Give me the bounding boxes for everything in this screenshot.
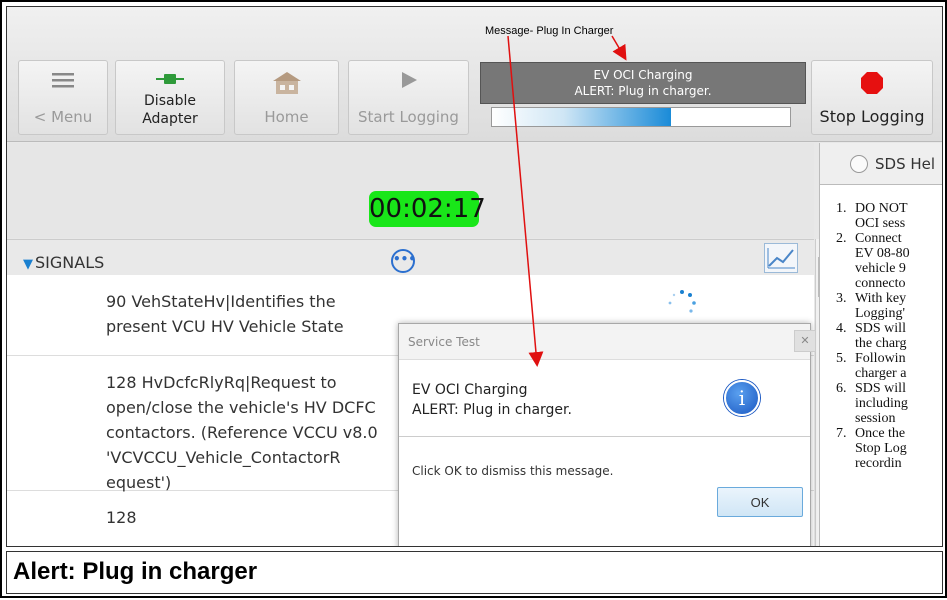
status-message-box: EV OCI Charging ALERT: Plug in charger. <box>480 62 806 104</box>
progress-bar <box>491 107 791 127</box>
help-step: 1. DO NOT OCI sess <box>836 201 908 231</box>
status-line1: EV OCI Charging <box>593 68 693 82</box>
close-icon[interactable]: ✕ <box>794 330 816 352</box>
home-icon <box>235 71 338 99</box>
start-logging-button[interactable]: Start Logging <box>348 60 469 135</box>
dialog-message-line1: EV OCI Charging <box>412 382 528 398</box>
signal-row-text: 90 VehStateHv|Identifies the present VCU… <box>106 292 344 336</box>
stop-logging-button[interactable]: Stop Logging <box>811 60 933 135</box>
graph-icon[interactable] <box>764 243 798 273</box>
progress-fill <box>492 108 671 126</box>
dialog-divider <box>399 436 810 437</box>
ok-button[interactable]: OK <box>717 487 803 517</box>
more-options-icon[interactable]: ••• <box>391 249 416 273</box>
sds-help-tab-label: SDS Hel <box>875 155 936 173</box>
disable-adapter-button[interactable]: Disable Adapter <box>115 60 225 135</box>
status-line2: ALERT: Plug in charger. <box>574 84 712 98</box>
help-step: 4. SDS will the charg <box>836 321 907 351</box>
stop-icon <box>812 71 932 99</box>
help-step: 2. Connect EV 08-80 vehicle 9 connecto <box>836 231 910 291</box>
loading-spinner-icon <box>668 290 696 313</box>
menu-label: < Menu <box>33 108 93 126</box>
hamburger-icon <box>19 71 107 93</box>
home-button[interactable]: Home <box>234 60 339 135</box>
signal-row-text: 128 HvDcfcRlyRq|Request to open/close th… <box>106 373 378 492</box>
screenshot-area: Message- Plug In Charger < Menu Disable … <box>6 6 943 547</box>
help-steps-list: 1. DO NOT OCI sess 2. Connect EV 08-80 vehicl… <box>836 201 942 471</box>
dialog-dismiss-text: Click OK to dismiss this message. <box>412 464 614 478</box>
session-timer: 00:02:17 <box>369 191 486 227</box>
figure-caption: Alert: Plug in charger <box>6 551 943 594</box>
collapse-triangle-icon: ▼ <box>23 257 33 272</box>
adapter-plug-icon <box>116 71 224 89</box>
service-test-dialog: Service Test ✕ EV OCI Charging ALERT: Pl… <box>398 323 816 546</box>
help-step: 7. Once the Stop Log recordin <box>836 426 907 471</box>
radio-button[interactable] <box>850 155 868 173</box>
dialog-message-line2: ALERT: Plug in charger. <box>412 402 572 418</box>
signals-title-label: SIGNALS <box>35 253 105 272</box>
sds-help-tab[interactable]: SDS Hel <box>820 143 942 185</box>
stop-logging-label: Stop Logging <box>819 107 925 126</box>
help-step: 3. With key Logging' <box>836 291 907 321</box>
signals-title[interactable]: ▼ SIGNALS <box>23 253 104 272</box>
annotation-label: Message- Plug In Charger <box>485 25 614 37</box>
sds-help-panel: SDS Hel 1. DO NOT OCI sess 2. Connect EV 08-… <box>819 143 942 546</box>
menu-button[interactable]: < Menu <box>18 60 108 135</box>
toolbar: Message- Plug In Charger < Menu Disable … <box>7 7 942 142</box>
help-step: 5. Followin charger a <box>836 351 907 381</box>
info-icon: i <box>724 380 760 416</box>
dialog-message: EV OCI Charging ALERT: Plug in charger. <box>412 380 572 420</box>
play-icon <box>349 71 468 93</box>
dialog-title: Service Test <box>399 324 810 360</box>
start-logging-label: Start Logging <box>358 108 459 126</box>
figure-frame: Message- Plug In Charger < Menu Disable … <box>0 0 947 598</box>
signal-row-text: 128 <box>106 508 137 527</box>
help-step: 6. SDS will including session <box>836 381 908 426</box>
disable-label-line1: Disable <box>144 93 196 109</box>
disable-label-line2: Adapter <box>142 111 198 127</box>
home-label: Home <box>264 108 309 126</box>
